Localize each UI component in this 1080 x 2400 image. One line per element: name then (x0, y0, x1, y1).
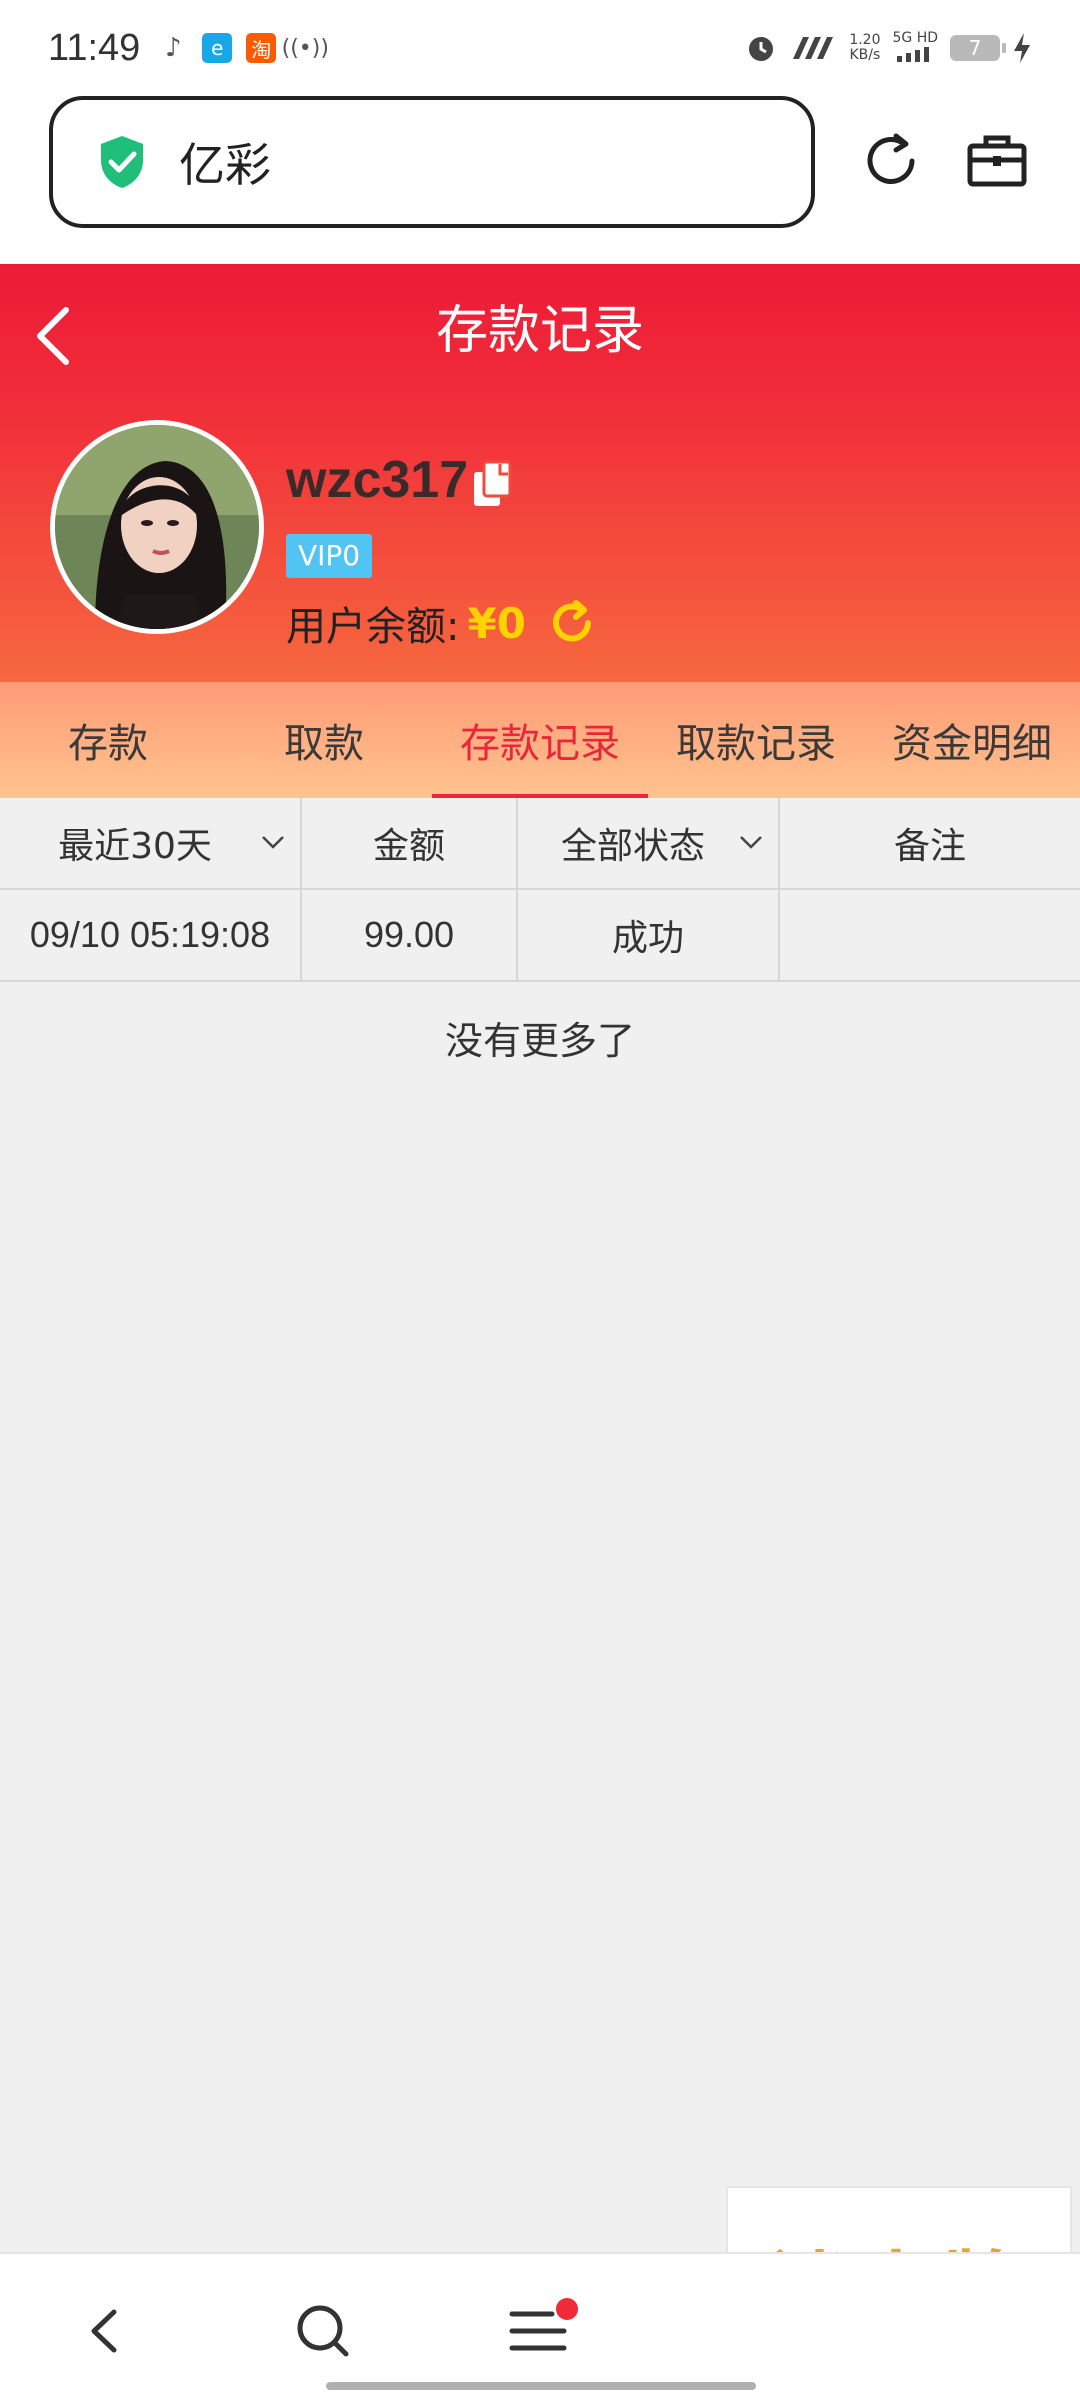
tab-deposit[interactable]: 存款 (0, 682, 216, 798)
record-status: 成功 (518, 890, 780, 980)
toolbox-icon[interactable] (962, 126, 1032, 196)
table-header-row: 最近30天 金额 全部状态 备注 (0, 798, 1080, 890)
notification-icons: ♪ e 淘 ((•)) (158, 33, 329, 63)
avatar (50, 420, 264, 634)
status-filter[interactable]: 全部状态 (518, 798, 780, 888)
app-e-icon: e (202, 33, 233, 63)
address-bar[interactable]: 亿彩 (49, 96, 815, 228)
chevron-down-icon (262, 836, 284, 849)
date-range-label: 最近30天 (58, 826, 212, 867)
copy-icon[interactable] (470, 460, 514, 510)
tab-bar: 存款 取款 存款记录 取款记录 资金明细 (0, 682, 1080, 798)
nav-back-icon[interactable] (72, 2298, 138, 2364)
balance-row: 用户余额: ¥0 (286, 594, 598, 652)
hotspot-icon: ((•)) (281, 35, 329, 61)
status-right: 1.20 KB/s 5G HD 7 (745, 30, 1032, 66)
status-filter-label: 全部状态 (560, 826, 705, 867)
tab-withdraw[interactable]: 取款 (216, 682, 432, 798)
record-note (780, 890, 1080, 980)
url-text: 亿彩 (179, 138, 271, 192)
page-header: 存款记录 wzc317 VIP0 用户余额: ¥0 (0, 264, 1080, 682)
chevron-down-icon (740, 836, 762, 849)
records-table: 最近30天 金额 全部状态 备注 09/10 05:19:08 99.00 成功… (0, 798, 1080, 1065)
username: wzc317 (286, 451, 469, 509)
note-header: 备注 (893, 826, 966, 867)
date-range-filter[interactable]: 最近30天 (0, 798, 302, 888)
tab-withdraw-records[interactable]: 取款记录 (648, 682, 864, 798)
record-time: 09/10 05:19:08 (0, 890, 302, 980)
record-amount: 99.00 (302, 890, 518, 980)
carrier-icon (793, 37, 834, 59)
balance-label: 用户余额: (286, 604, 460, 650)
search-icon[interactable] (290, 2298, 356, 2364)
music-note-icon: ♪ (164, 33, 182, 63)
battery-icon: 7 (950, 35, 1006, 61)
table-row[interactable]: 09/10 05:19:08 99.00 成功 (0, 890, 1080, 982)
alarm-icon (749, 37, 774, 61)
status-time: 11:49 (48, 26, 141, 69)
status-bar: 11:49 ♪ e 淘 ((•)) 1.20 KB/s 5G HD 7 (0, 0, 1080, 96)
browser-bar: 亿彩 (0, 96, 1080, 264)
shield-check-icon (101, 136, 143, 188)
refresh-balance-icon[interactable] (546, 597, 598, 649)
vip-badge: VIP0 (286, 534, 373, 578)
taobao-icon: 淘 (246, 33, 277, 63)
amount-header: 金额 (302, 798, 518, 888)
network-speed: 1.20 KB/s (849, 32, 881, 63)
bottom-nav (0, 2252, 1080, 2400)
avatar-image (55, 425, 259, 629)
charging-icon (1014, 33, 1030, 63)
page-title: 存款记录 (435, 301, 644, 361)
balance-value: ¥0 (467, 598, 526, 648)
network-type: 5G HD (892, 30, 938, 66)
signal-icon (897, 46, 930, 62)
notification-dot (556, 2298, 578, 2320)
home-indicator[interactable] (326, 2382, 756, 2390)
tab-fund-details[interactable]: 资金明细 (864, 682, 1080, 798)
tab-deposit-records[interactable]: 存款记录 (432, 682, 648, 798)
refresh-icon[interactable] (856, 126, 926, 196)
no-more-text: 没有更多了 (444, 1019, 635, 1063)
